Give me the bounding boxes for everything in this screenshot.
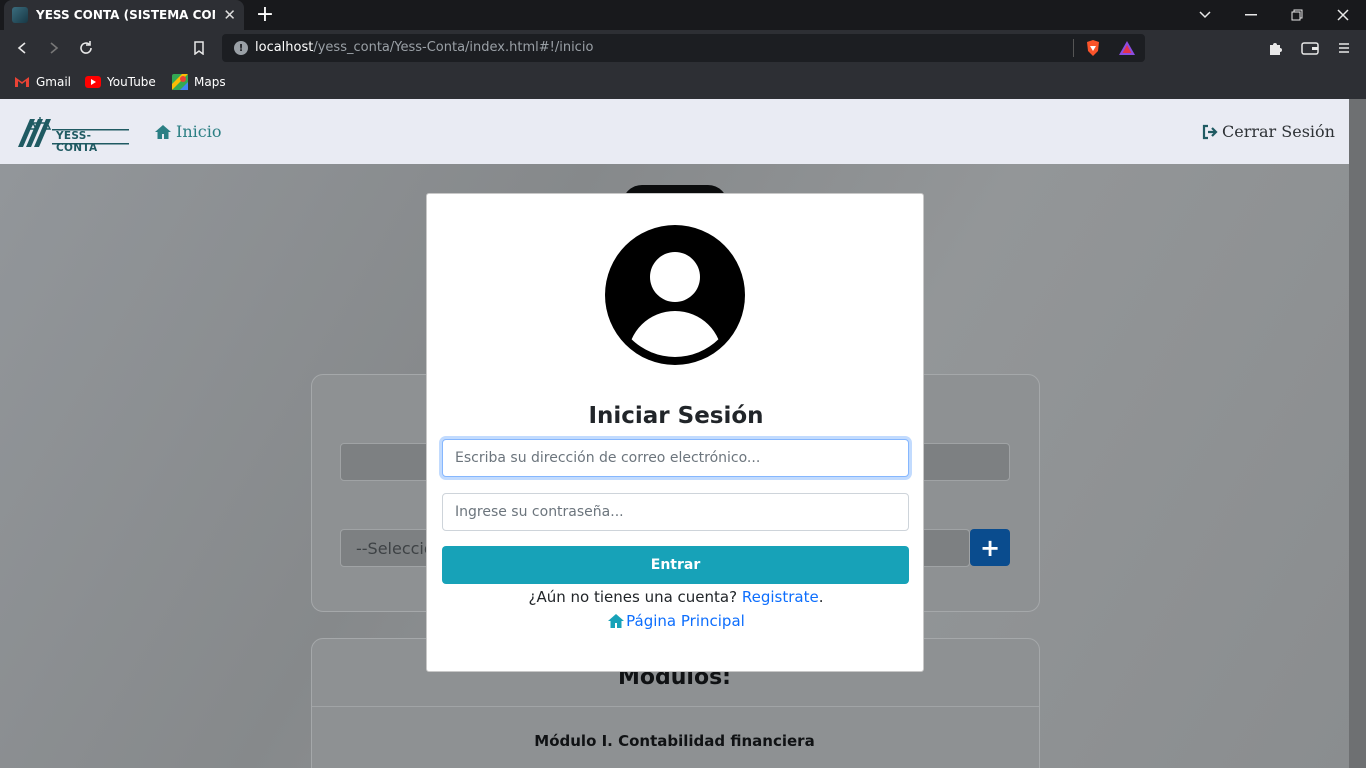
brave-shield-icon[interactable]: [1083, 38, 1103, 58]
home-page-label: Página Principal: [626, 612, 745, 630]
bookmark-gmail[interactable]: Gmail: [14, 72, 71, 92]
bg-select-placeholder: --Seleccio: [356, 539, 434, 558]
back-icon[interactable]: [12, 38, 32, 58]
user-avatar-icon: [605, 225, 745, 365]
tab-search-icon[interactable]: [1190, 0, 1220, 30]
logout-label: Cerrar Sesión: [1222, 122, 1335, 141]
extensions-icon[interactable]: [1266, 38, 1286, 58]
bookmark-icon[interactable]: [189, 38, 209, 58]
bg-add-button: +: [970, 529, 1010, 566]
register-period: .: [818, 588, 824, 606]
url-text[interactable]: localhost/yess_conta/Yess-Conta/index.ht…: [255, 40, 593, 55]
bookmark-label: Maps: [194, 75, 226, 89]
tab-close-icon[interactable]: ✕: [223, 7, 236, 23]
home-icon: [608, 614, 625, 628]
wallet-icon[interactable]: [1300, 38, 1320, 58]
url-host: localhost: [255, 40, 314, 55]
register-prompt: ¿Aún no tienes una cuenta? Registrate.: [427, 588, 925, 606]
bookmark-maps[interactable]: Maps: [172, 72, 226, 92]
home-page-link[interactable]: Página Principal: [427, 612, 925, 630]
minimize-icon[interactable]: [1236, 0, 1266, 30]
browser-tab[interactable]: YESS CONTA (SISTEMA CONTABL ✕: [4, 0, 244, 30]
bookmark-youtube[interactable]: YouTube: [85, 72, 156, 92]
logo-text: YESS-CONTA: [56, 130, 98, 154]
password-input[interactable]: [442, 493, 909, 531]
close-window-icon[interactable]: [1328, 0, 1358, 30]
email-input[interactable]: [442, 439, 909, 477]
logout-link[interactable]: Cerrar Sesión: [1202, 122, 1335, 141]
url-divider: [1073, 39, 1074, 57]
home-icon: [155, 124, 171, 139]
login-modal: Iniciar Sesión Entrar ¿Aún no tienes una…: [426, 193, 924, 672]
module-item-1: Módulo I. Contabilidad financiera: [534, 732, 815, 750]
restore-icon[interactable]: [1282, 0, 1312, 30]
nav-inicio-link[interactable]: Inicio: [154, 122, 221, 141]
site-info-icon[interactable]: !: [234, 41, 248, 55]
reload-icon[interactable]: [76, 38, 96, 58]
tab-title: YESS CONTA (SISTEMA CONTABL: [36, 8, 215, 22]
maps-icon: [172, 74, 188, 90]
modules-divider: [312, 706, 1039, 707]
menu-icon[interactable]: [1334, 38, 1354, 58]
bookmark-label: YouTube: [107, 75, 156, 89]
gmail-icon: [14, 74, 30, 90]
forward-icon[interactable]: [44, 38, 64, 58]
url-path: /yess_conta/Yess-Conta/index.html#!/inic…: [313, 40, 594, 55]
no-account-text: ¿Aún no tienes una cuenta?: [528, 588, 738, 606]
youtube-icon: [85, 74, 101, 90]
sign-out-icon: [1202, 124, 1218, 139]
login-title: Iniciar Sesión: [588, 403, 764, 429]
register-link[interactable]: Registrate: [742, 588, 819, 606]
favicon-icon: [12, 7, 28, 23]
nav-inicio-label: Inicio: [176, 122, 222, 141]
brave-rewards-icon[interactable]: [1117, 38, 1137, 58]
login-submit-button[interactable]: Entrar: [442, 546, 909, 584]
page-scrollbar[interactable]: [1349, 99, 1366, 768]
app-navbar: YESS-CONTA Inicio Cerrar Sesión: [0, 99, 1349, 164]
new-tab-button[interactable]: +: [254, 4, 276, 26]
browser-chrome: YESS CONTA (SISTEMA CONTABL ✕ + ! localh…: [0, 0, 1366, 99]
bookmark-label: Gmail: [36, 75, 72, 89]
yess-conta-logo[interactable]: YESS-CONTA: [16, 113, 131, 154]
